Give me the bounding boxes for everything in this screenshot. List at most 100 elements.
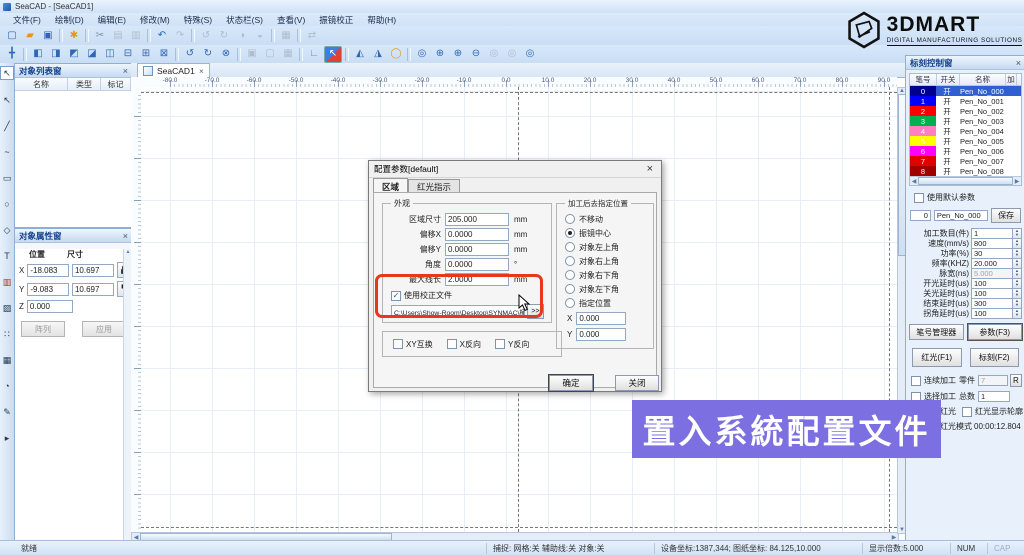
zoom-out-icon[interactable]: ⊖: [468, 47, 484, 62]
array-button[interactable]: 阵列: [21, 321, 65, 337]
correction-path-field[interactable]: C:\Users\Show-Room\Desktop\SYNMAC\横格: [391, 305, 525, 318]
distribute-h-icon[interactable]: ◫: [102, 47, 118, 62]
text-tool-icon[interactable]: T: [1, 250, 13, 262]
part-count-field[interactable]: 7: [978, 375, 1008, 386]
cut-icon[interactable]: ✂: [92, 28, 108, 43]
pen-table-hscroll[interactable]: ◀ ▶: [910, 176, 1021, 185]
io-tool-icon[interactable]: ▸: [1, 432, 13, 444]
undo-icon[interactable]: ↶: [154, 28, 170, 43]
pen-column[interactable]: 名称: [960, 74, 1006, 85]
position-radio-option[interactable]: 指定位置: [557, 296, 653, 310]
scroll-left-icon[interactable]: ◀: [910, 178, 918, 185]
field-value[interactable]: 0.0000: [445, 228, 509, 241]
hatch-tool-icon[interactable]: ▨: [1, 302, 13, 314]
timer-tool-icon[interactable]: ◔: [1, 380, 13, 392]
menu-item[interactable]: 状态栏(S): [219, 14, 270, 26]
rotate-90-ccw-icon[interactable]: ↺: [182, 47, 198, 62]
close-icon[interactable]: ×: [123, 66, 128, 76]
flip-option[interactable]: Y反向: [495, 339, 529, 350]
zoom-page-icon[interactable]: ◎: [504, 47, 520, 62]
apply-button[interactable]: 应用: [82, 321, 126, 337]
pen-row-3[interactable]: 3 开 Pen_No_003: [910, 116, 1021, 126]
y-position-field[interactable]: -9.083: [27, 283, 69, 296]
toolbar-icon[interactable]: [175, 48, 179, 61]
toolbar-icon[interactable]: [297, 29, 301, 42]
continuous-mark-checkbox[interactable]: [911, 376, 921, 386]
menu-item[interactable]: 特殊(S): [177, 14, 219, 26]
toolbar-icon[interactable]: [191, 29, 195, 42]
menu-item[interactable]: 修改(M): [133, 14, 177, 26]
toolbar-icon[interactable]: [147, 29, 151, 42]
lock-icon[interactable]: ▦: [280, 47, 296, 62]
position-radio-option[interactable]: 振镜中心: [557, 226, 653, 240]
toolbar-icon[interactable]: [299, 48, 303, 61]
x-size-field[interactable]: 10.697: [72, 264, 114, 277]
position-radio-option[interactable]: 对象右上角: [557, 254, 653, 268]
pen-row-7[interactable]: 7 开 Pen_No_007: [910, 156, 1021, 166]
rotate-left-icon[interactable]: ↺: [198, 28, 214, 43]
transform-icon[interactable]: ⇄: [304, 28, 320, 43]
param-f3-button[interactable]: 参数(F3): [968, 324, 1023, 340]
flip-option[interactable]: X反向: [447, 339, 481, 350]
toolbar-icon[interactable]: [271, 29, 275, 42]
flip-option[interactable]: XY互换: [393, 339, 433, 350]
line-tool-icon[interactable]: ╱: [1, 120, 13, 132]
pen-row-2[interactable]: 2 开 Pen_No_002: [910, 106, 1021, 116]
position-radio-option[interactable]: 不移动: [557, 212, 653, 226]
rotate-right-icon[interactable]: ↻: [216, 28, 232, 43]
rectangle-tool-icon[interactable]: ▭: [1, 172, 13, 184]
rotate-90-cw-icon[interactable]: ↻: [200, 47, 216, 62]
flip-h-icon[interactable]: ◑: [234, 28, 250, 43]
vector-pen-tool-icon[interactable]: ✎: [1, 406, 13, 418]
corner-mark-icon[interactable]: ∟: [306, 47, 322, 62]
position-radio-option[interactable]: 对象左上角: [557, 240, 653, 254]
pen-row-1[interactable]: 1 开 Pen_No_001: [910, 96, 1021, 106]
field-value[interactable]: 205.000: [445, 213, 509, 226]
zoom-window-icon[interactable]: ◎: [414, 47, 430, 62]
object-list-column[interactable]: 类型: [68, 78, 101, 90]
use-correction-checkbox[interactable]: [391, 291, 401, 301]
object-list-column[interactable]: 名称: [15, 78, 68, 90]
barcode-tool-icon[interactable]: ▥: [1, 276, 13, 288]
new-file-icon[interactable]: ▢: [4, 28, 20, 43]
pen-name-field[interactable]: Pen_No_000: [934, 210, 988, 221]
pen-row-5[interactable]: 5 开 Pen_No_005: [910, 136, 1021, 146]
circle-tool-icon[interactable]: ○: [1, 198, 13, 210]
pen-row-4[interactable]: 4 开 Pen_No_004: [910, 126, 1021, 136]
group-icon[interactable]: ▣: [244, 47, 260, 62]
toolbar-icon[interactable]: [237, 48, 241, 61]
save-icon[interactable]: ▣: [40, 28, 56, 43]
copy-icon[interactable]: ▤: [110, 28, 126, 43]
zoom-in-icon[interactable]: ⊕: [450, 47, 466, 62]
field-value[interactable]: 0.0000: [445, 258, 509, 271]
menu-item[interactable]: 查看(V): [270, 14, 312, 26]
browse-button[interactable]: >>: [527, 304, 544, 319]
mirror-v-icon[interactable]: ◭: [352, 47, 368, 62]
pos-y-field[interactable]: 0.000: [576, 328, 626, 341]
move-origin-icon[interactable]: ╋: [4, 47, 20, 62]
align-right-icon[interactable]: ◨: [48, 47, 64, 62]
same-width-icon[interactable]: ⊞: [138, 47, 154, 62]
toolbar-icon[interactable]: [345, 48, 349, 61]
reset-count-button[interactable]: R: [1010, 374, 1022, 387]
zoom-move-icon[interactable]: ⊕: [432, 47, 448, 62]
flip-checkbox[interactable]: [495, 339, 505, 349]
pen-row-8[interactable]: 8 开 Pen_No_008: [910, 166, 1021, 176]
object-list-body[interactable]: [15, 91, 132, 227]
ok-button[interactable]: 确定: [549, 375, 593, 391]
dialog-close-icon[interactable]: ×: [644, 163, 656, 175]
align-top-icon[interactable]: ◩: [66, 47, 82, 62]
mark-f2-button[interactable]: 标刻(F2): [970, 348, 1020, 367]
pen-column[interactable]: 加: [1006, 74, 1017, 85]
param-value-field[interactable]: 100: [971, 308, 1013, 319]
param-spinner[interactable]: [1013, 308, 1022, 319]
pick-tool-icon[interactable]: ↖: [324, 46, 342, 63]
pen-row-6[interactable]: 6 开 Pen_No_006: [910, 146, 1021, 156]
position-radio-option[interactable]: 对象右下角: [557, 268, 653, 282]
rotate-180-icon[interactable]: ⊗: [218, 47, 234, 62]
close-button[interactable]: 关闭: [615, 375, 659, 391]
object-list-column[interactable]: 标记: [101, 78, 131, 90]
pen-row-0[interactable]: 0 开 Pen_No_000: [910, 86, 1021, 96]
same-height-icon[interactable]: ⊠: [156, 47, 172, 62]
node-edit-tool-icon[interactable]: ↖: [1, 94, 13, 106]
